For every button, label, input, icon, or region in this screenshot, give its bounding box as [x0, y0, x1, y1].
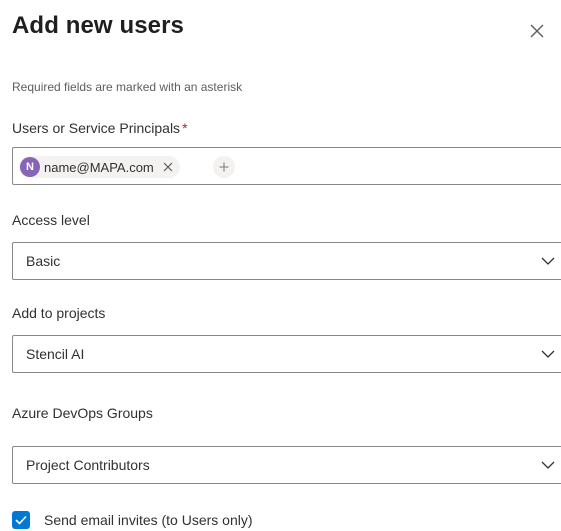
add-user-button[interactable]: [213, 156, 235, 178]
projects-dropdown[interactable]: Stencil AI: [12, 335, 561, 373]
groups-value: Project Contributors: [26, 457, 150, 473]
groups-label: Azure DevOps Groups: [12, 405, 153, 421]
user-chip-label: name@MAPA.com: [44, 159, 154, 175]
panel-title: Add new users: [12, 12, 185, 39]
required-fields-note: Required fields are marked with an aster…: [12, 80, 243, 94]
chevron-down-icon: [541, 461, 555, 469]
avatar: N: [20, 157, 40, 177]
chevron-down-icon: [541, 257, 555, 265]
checkmark-icon: [15, 515, 27, 525]
projects-label: Add to projects: [12, 305, 106, 321]
user-chip: N name@MAPA.com: [19, 156, 180, 178]
remove-chip-icon[interactable]: [162, 161, 174, 173]
checkbox[interactable]: [12, 511, 30, 529]
send-invites-label: Send email invites (to Users only): [44, 512, 253, 528]
groups-dropdown[interactable]: Project Contributors: [12, 446, 561, 484]
projects-value: Stencil AI: [26, 346, 85, 362]
add-users-panel: Add new users Required fields are marked…: [0, 0, 561, 531]
send-invites-checkbox[interactable]: Send email invites (to Users only): [12, 510, 253, 530]
plus-icon: [219, 162, 229, 172]
access-level-dropdown[interactable]: Basic: [12, 242, 561, 280]
users-picker-input[interactable]: N name@MAPA.com: [12, 147, 561, 185]
chevron-down-icon: [541, 350, 555, 358]
access-level-value: Basic: [26, 253, 61, 269]
required-asterisk: *: [182, 120, 188, 136]
access-level-label: Access level: [12, 212, 90, 228]
users-field-label-text: Users or Service Principals: [12, 120, 181, 136]
users-field-label: Users or Service Principals *: [12, 120, 188, 136]
close-icon[interactable]: [526, 20, 548, 42]
